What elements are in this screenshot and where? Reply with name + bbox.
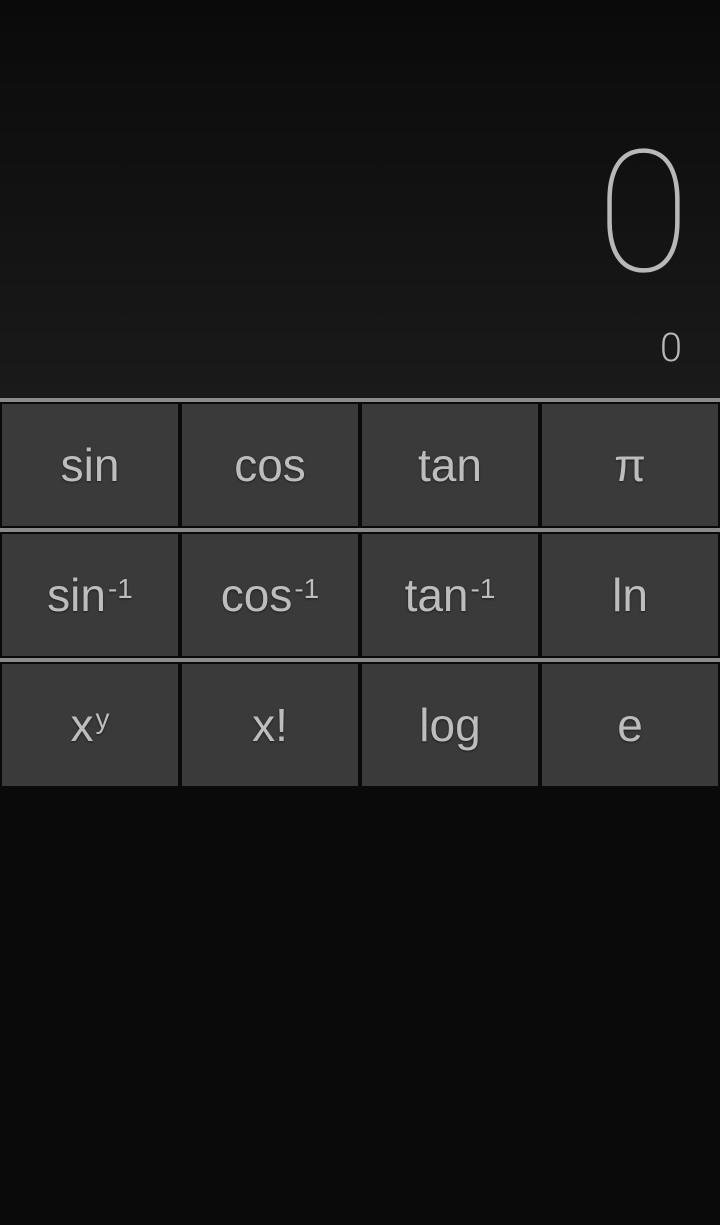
key-label: ln <box>612 568 648 622</box>
key-label: π <box>614 438 646 492</box>
acos-button[interactable]: cos-1 <box>180 532 360 658</box>
key-label: e <box>617 698 643 752</box>
atan-button[interactable]: tan-1 <box>360 532 540 658</box>
key-label: x <box>71 698 94 752</box>
key-sup: -1 <box>294 573 319 605</box>
e-button[interactable]: e <box>540 662 720 788</box>
key-label: sin <box>61 438 120 492</box>
key-label: tan <box>418 438 482 492</box>
log-button[interactable]: log <box>360 662 540 788</box>
key-label: cos <box>234 438 306 492</box>
sin-button[interactable]: sin <box>0 402 180 528</box>
tan-button[interactable]: tan <box>360 402 540 528</box>
keypad-row: sin cos tan π <box>0 398 720 528</box>
display-primary: 0 <box>597 128 682 298</box>
display-area: 0 0 <box>0 0 720 398</box>
ln-button[interactable]: ln <box>540 532 720 658</box>
keypad-row: xy x! log e <box>0 658 720 788</box>
key-label: x! <box>252 698 288 752</box>
key-label: log <box>419 698 480 752</box>
key-label: cos <box>221 568 293 622</box>
asin-button[interactable]: sin-1 <box>0 532 180 658</box>
keypad-row: sin-1 cos-1 tan-1 ln <box>0 528 720 658</box>
power-button[interactable]: xy <box>0 662 180 788</box>
cos-button[interactable]: cos <box>180 402 360 528</box>
key-sup: -1 <box>471 573 496 605</box>
pi-button[interactable]: π <box>540 402 720 528</box>
lower-area <box>0 788 720 1205</box>
factorial-button[interactable]: x! <box>180 662 360 788</box>
key-label: tan <box>405 568 469 622</box>
key-sup: y <box>96 703 110 735</box>
display-secondary: 0 <box>660 328 682 368</box>
scientific-keypad: sin cos tan π sin-1 cos-1 tan-1 ln xy x!… <box>0 398 720 788</box>
key-sup: -1 <box>108 573 133 605</box>
key-label: sin <box>47 568 106 622</box>
